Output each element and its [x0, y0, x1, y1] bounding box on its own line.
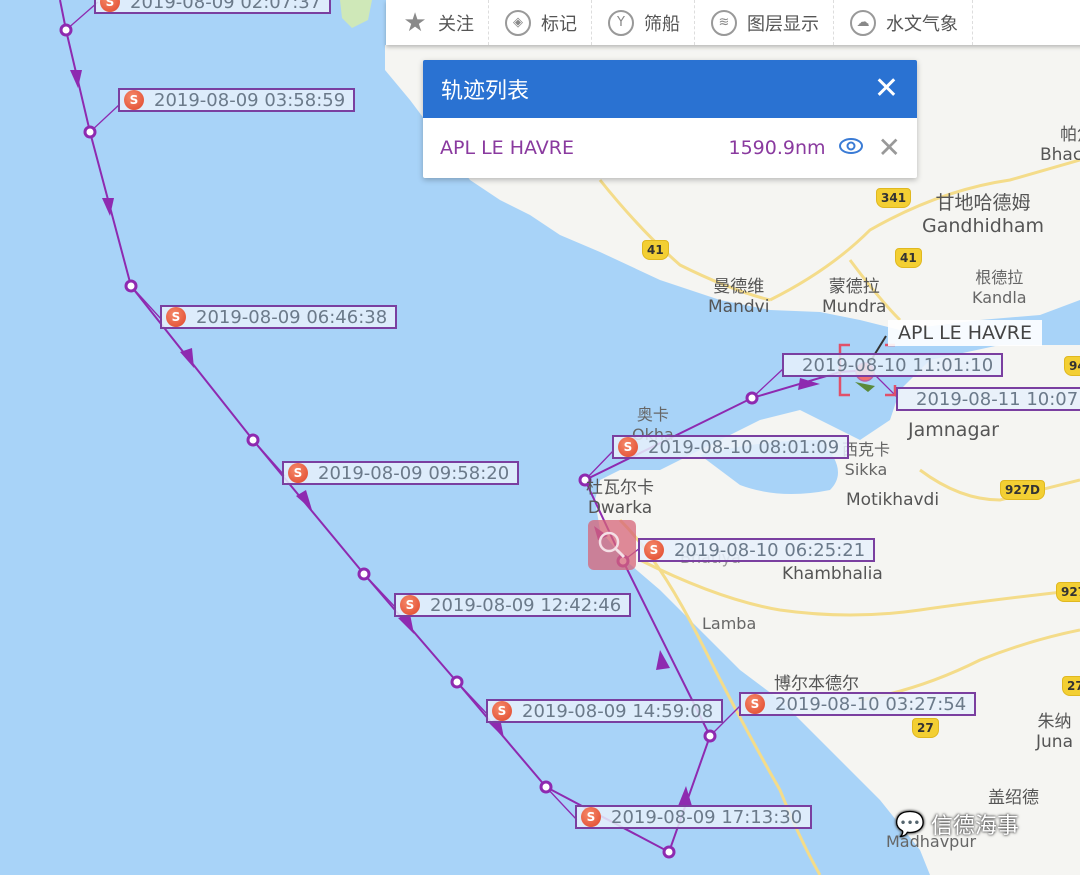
remove-track-icon[interactable]: ✕ — [878, 134, 901, 162]
track-point — [745, 391, 759, 405]
start-badge-icon: S — [124, 90, 144, 110]
eye-icon[interactable] — [838, 137, 864, 160]
toolbar-layers-button[interactable]: ≋ 图层显示 — [695, 0, 834, 45]
track-label[interactable]: S 2019-08-09 17:13:30 — [575, 805, 813, 829]
track-label[interactable]: S 2019-08-10 08:01:09 — [612, 435, 850, 459]
track-point — [124, 279, 138, 293]
toolbar-mark-button[interactable]: ◈ 标记 — [489, 0, 592, 45]
place-motikhavdi: Motikhavdi — [846, 490, 940, 510]
magnifier-icon — [598, 531, 626, 559]
place-gaishaode: 盖绍德 — [988, 788, 1039, 808]
place-jamnagar: Jamnagar — [908, 419, 999, 441]
road-shield: 41 — [895, 248, 922, 268]
track-list-panel: 轨迹列表 ✕ APL LE HAVRE 1590.9nm ✕ — [423, 60, 917, 178]
watermark: 💬 信德海事 — [895, 810, 1019, 839]
start-badge-icon: S — [400, 595, 420, 615]
start-badge-icon: S — [581, 807, 601, 827]
toolbar-follow-button[interactable]: ★ 关注 — [386, 0, 489, 45]
track-distance: 1590.9nm — [728, 137, 826, 159]
track-label[interactable]: S 2019-08-09 02:07:37 — [94, 0, 332, 14]
track-list-header: 轨迹列表 ✕ — [423, 60, 917, 118]
road-shield: 927 — [1056, 582, 1080, 602]
place-khambhalia: Khambhalia — [782, 564, 883, 584]
track-point — [83, 125, 97, 139]
track-label[interactable]: S 2019-08-09 03:58:59 — [118, 88, 356, 112]
close-icon[interactable]: ✕ — [874, 74, 899, 104]
place-kandla: 根德拉 Kandla — [972, 268, 1027, 307]
track-label[interactable]: 2019-08-11 10:07:5 — [896, 387, 1080, 411]
star-icon: ★ — [403, 7, 427, 38]
track-point — [357, 567, 371, 581]
vessel-name: APL LE HAVRE — [440, 137, 574, 159]
weather-icon: ☁ — [850, 9, 876, 36]
place-lamba: Lamba — [702, 614, 757, 633]
track-label[interactable]: S 2019-08-09 09:58:20 — [282, 461, 520, 485]
wechat-icon: 💬 — [895, 810, 925, 838]
toolbar-filter-button[interactable]: Y 筛船 — [592, 0, 695, 45]
place-juna: 朱纳 Juna — [1036, 712, 1073, 752]
filter-icon: Y — [608, 9, 634, 36]
track-point — [59, 23, 73, 37]
start-badge-icon: S — [745, 694, 765, 714]
start-badge-icon: S — [618, 437, 638, 457]
track-label[interactable]: S 2019-08-10 03:27:54 — [739, 692, 977, 716]
layers-icon: ≋ — [711, 9, 737, 36]
road-shield: 927D — [1000, 480, 1046, 500]
place-bhachau: 帕焦Bhachau — [1040, 125, 1080, 165]
vessel-name-label[interactable]: APL LE HAVRE — [888, 320, 1042, 346]
track-label[interactable]: S 2019-08-09 12:42:46 — [394, 593, 632, 617]
road-shield: 341 — [876, 188, 912, 208]
place-gandhidham: 甘地哈德姆 Gandhidham — [922, 192, 1045, 237]
start-badge-icon: S — [492, 701, 512, 721]
track-label[interactable]: S 2019-08-09 06:46:38 — [160, 305, 398, 329]
place-porbandar: 博尔本德尔 — [774, 674, 859, 694]
track-list-title: 轨迹列表 — [441, 79, 530, 104]
start-badge-icon: S — [166, 307, 186, 327]
start-badge-icon: S — [100, 0, 120, 12]
toolbar-weather-button[interactable]: ☁ 水文气象 — [834, 0, 973, 45]
road-shield: 41 — [642, 240, 669, 260]
start-badge-icon: S — [644, 540, 664, 560]
track-label[interactable]: S 2019-08-09 14:59:08 — [486, 699, 724, 723]
place-dwarka: 杜瓦尔卡 Dwarka — [586, 478, 654, 518]
road-shield: 94 — [1064, 356, 1080, 376]
map-search-button[interactable] — [588, 520, 636, 570]
tag-icon: ◈ — [505, 9, 531, 36]
track-point — [246, 433, 260, 447]
road-shield: 27 — [1062, 676, 1080, 696]
track-label[interactable]: 2019-08-10 11:01:10 — [782, 353, 1004, 377]
track-point — [703, 729, 717, 743]
track-point — [450, 675, 464, 689]
road-shield: 27 — [912, 718, 939, 738]
map-toolbar: ★ 关注 ◈ 标记 Y 筛船 ≋ 图层显示 ☁ 水文气象 — [386, 0, 1080, 45]
track-point — [662, 845, 676, 859]
track-list-row[interactable]: APL LE HAVRE 1590.9nm ✕ — [423, 118, 917, 178]
place-sikka: 西克卡 Sikka — [842, 440, 891, 479]
track-label[interactable]: S 2019-08-10 06:25:21 — [638, 538, 876, 562]
track-point — [539, 780, 553, 794]
place-mandvi: 曼德维 Mandvi — [708, 277, 770, 317]
place-mundra: 蒙德拉 Mundra — [822, 277, 887, 317]
start-badge-icon: S — [288, 463, 308, 483]
